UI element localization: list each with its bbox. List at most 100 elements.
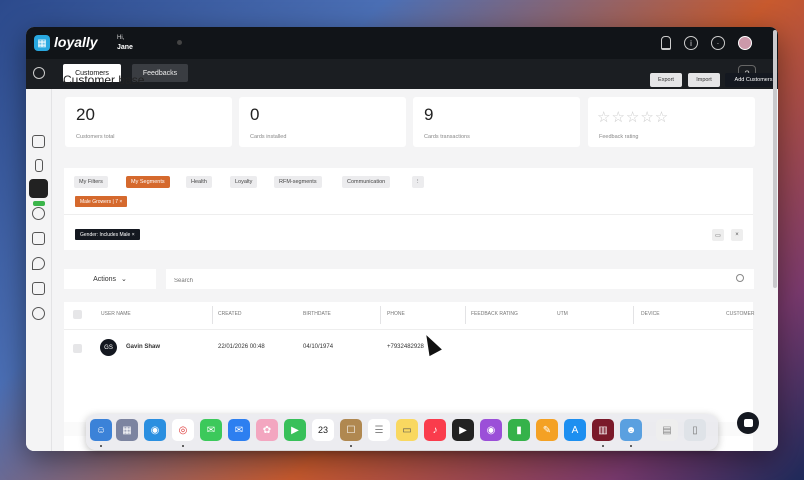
select-all-checkbox[interactable] [73,310,82,319]
gender-filter-tag[interactable]: Gender: Includes Male × [75,229,140,240]
running-indicator [602,445,604,447]
col-divider [465,306,466,324]
col-phone[interactable]: PHONE [387,311,405,317]
customer-created: 22/01/2026 00:48 [218,344,265,350]
chrome-icon[interactable]: ◎ [172,419,194,441]
brand-name: loyally [54,34,98,50]
macos-dock: ☺ ▦ ◉ ◎ ✉ ✉ ✿ ▶ 23 ☐ ☰ ▭ ♪ ▶ ◉ ▮ ✎ A ▥ ☻… [86,414,718,450]
music-icon[interactable]: ♪ [424,419,446,441]
stat-label: Cards transactions [424,134,470,140]
col-feedback-rating[interactable]: FEEDBACK RATING [471,311,518,317]
search-field[interactable] [166,269,754,291]
customer-birthdate: 04/10/1974 [303,344,334,350]
customers-icon[interactable] [29,179,48,198]
running-indicator [100,445,102,447]
tv-icon[interactable]: ▶ [452,419,474,441]
divider [64,214,753,215]
top-bar: ▦ loyally Hi, Jane i · [26,27,778,59]
customer-avatar: GS [100,339,117,356]
support-chat-button[interactable] [737,412,759,434]
info-icon[interactable]: i [684,36,698,50]
stat-cards-transactions: 9 Cards transactions [413,97,580,147]
calendar-day: 23 [317,425,328,435]
segment-tag[interactable]: Male Growers | 7 × [75,196,128,207]
app-window: ▦ loyally Hi, Jane i · Customers Feedbac… [26,27,778,451]
home-icon[interactable] [32,135,45,148]
app-icon[interactable]: ▥ [592,419,614,441]
running-indicator [350,445,352,447]
trash-icon[interactable]: ▯ [684,419,706,441]
flow-icon[interactable] [32,232,45,245]
language-icon[interactable]: · [711,36,725,50]
user-name: Jane [117,44,133,51]
row-checkbox[interactable] [73,344,82,353]
header-divider [64,329,753,330]
team-icon[interactable] [32,282,45,295]
stat-label: Feedback rating [599,134,639,140]
col-utm[interactable]: UTM [557,311,568,317]
launchpad-icon[interactable]: ▦ [116,419,138,441]
mobile-icon[interactable] [35,159,43,172]
col-divider [212,306,213,324]
preview-icon[interactable]: ☻ [620,419,642,441]
photos-icon[interactable]: ✿ [256,419,278,441]
stat-feedback-rating: ☆☆☆☆☆ Feedback rating [588,97,755,147]
stat-value: 0 [250,105,260,124]
calendar-icon[interactable]: 23 [312,419,334,441]
settings-gear-icon[interactable] [32,307,45,320]
bell-icon[interactable] [661,36,671,50]
notes-icon[interactable]: ▭ [396,419,418,441]
app-store-icon[interactable]: A [564,419,586,441]
stat-value: 9 [424,105,434,124]
messages-icon[interactable]: ✉ [200,419,222,441]
export-button[interactable]: Export [650,73,682,87]
col-divider [633,306,634,324]
actions-dropdown[interactable]: Actions ⌄ [64,269,156,289]
search-input[interactable] [166,271,726,291]
running-indicator [182,445,184,447]
import-button[interactable]: Import [688,73,720,87]
status-dot-icon [177,40,182,45]
customer-name[interactable]: Gavin Shaw [126,344,160,350]
new-badge [33,201,45,206]
scrollbar[interactable] [773,30,777,288]
customers-section-icon [33,67,45,79]
safari-icon[interactable]: ◉ [144,419,166,441]
add-customers-button[interactable]: Add Customers [725,73,778,87]
chip-loyalty[interactable]: Loyalty [230,176,258,188]
chip-health[interactable]: Health [186,176,212,188]
mail-icon[interactable]: ✉ [228,419,250,441]
stat-label: Customers total [76,134,115,140]
col-birthdate[interactable]: BIRTHDATE [303,311,331,317]
reminders-icon[interactable]: ☰ [368,419,390,441]
finder-icon[interactable]: ☺ [90,419,112,441]
more-icon[interactable]: ⋮ [412,176,424,188]
col-customer[interactable]: CUSTOMER [726,311,755,317]
chevron-down-icon: ⌄ [121,276,127,283]
pages-icon[interactable]: ✎ [536,419,558,441]
filter-panel: My Filters My Segments Health Loyalty RF… [64,168,753,250]
chip-my-segments[interactable]: My Segments [126,176,170,188]
podcasts-icon[interactable]: ◉ [480,419,502,441]
facetime-icon[interactable]: ▶ [284,419,306,441]
col-device[interactable]: DEVICE [641,311,660,317]
avatar[interactable] [738,36,752,50]
col-divider [380,306,381,324]
downloads-icon[interactable]: ▤ [656,419,678,441]
chip-my-filters[interactable]: My Filters [74,176,108,188]
chip-rfm-segments[interactable]: RFM-segments [274,176,322,188]
col-created[interactable]: CREATED [218,311,242,317]
stat-value: 20 [76,105,95,124]
search-icon[interactable] [736,274,744,282]
user-greeting: Hi, Jane [117,34,133,52]
clear-filter-icon[interactable]: × [731,229,743,241]
top-icons: i · [661,36,752,50]
numbers-icon[interactable]: ▮ [508,419,530,441]
col-user-name[interactable]: USER NAME [101,311,131,317]
side-nav [26,89,52,451]
chat-icon[interactable] [32,207,45,220]
chip-communication[interactable]: Communication [342,176,391,188]
location-icon[interactable] [32,257,45,270]
contacts-icon[interactable]: ☐ [340,419,362,441]
save-filter-icon[interactable]: ▭ [712,229,724,241]
